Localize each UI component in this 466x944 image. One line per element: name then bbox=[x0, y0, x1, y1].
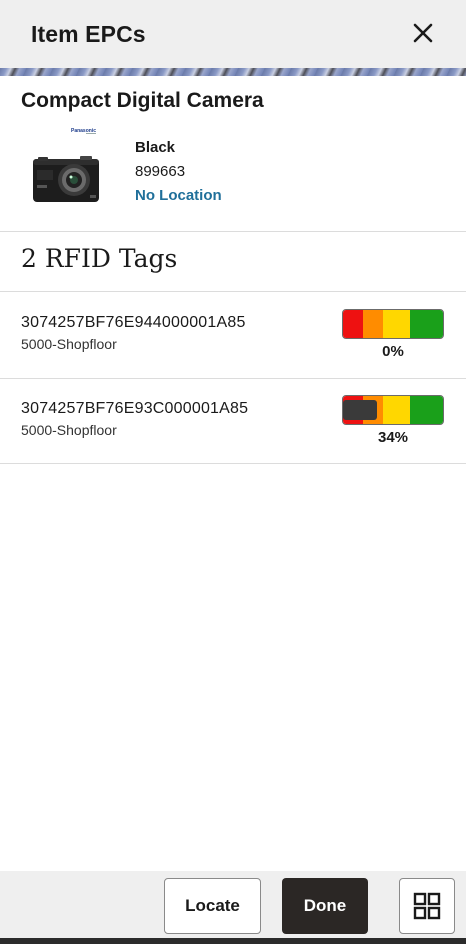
bottom-action-bar: Locate Done bbox=[0, 871, 466, 944]
tag-location: 5000-Shopfloor bbox=[21, 336, 117, 352]
tag-epc: 3074257BF76E93C000001A85 bbox=[21, 400, 249, 417]
tag-epc: 3074257BF76E944000001A85 bbox=[21, 314, 246, 331]
close-icon bbox=[413, 23, 433, 43]
header-decorative-band bbox=[0, 68, 466, 76]
rfid-tags-heading: 2 RFID Tags bbox=[21, 244, 178, 273]
product-color: Black bbox=[135, 139, 176, 156]
signal-percent: 34% bbox=[377, 429, 409, 446]
product-image: Panasonic bbox=[28, 126, 106, 206]
signal-percent: 0% bbox=[382, 343, 404, 360]
tag-row[interactable]: 3074257BF76E944000001A85 5000-Shopfloor … bbox=[0, 292, 466, 378]
signal-meter bbox=[342, 309, 444, 339]
tag-row[interactable]: 3074257BF76E93C000001A85 5000-Shopfloor … bbox=[0, 378, 466, 464]
tag-location: 5000-Shopfloor bbox=[21, 422, 117, 438]
page-title: Item EPCs bbox=[31, 20, 146, 47]
divider bbox=[0, 463, 466, 464]
signal-meter-fill bbox=[343, 400, 377, 420]
grid-menu-button[interactable] bbox=[399, 878, 455, 934]
product-sku: 899663 bbox=[135, 163, 186, 180]
product-name: Compact Digital Camera bbox=[21, 89, 264, 112]
done-button[interactable]: Done bbox=[282, 878, 368, 934]
signal-meter bbox=[342, 395, 444, 425]
close-button[interactable] bbox=[412, 22, 434, 44]
header-bar: Item EPCs bbox=[0, 0, 466, 68]
system-navigation-bar bbox=[0, 938, 466, 944]
grid-icon bbox=[413, 892, 441, 920]
locate-button[interactable]: Locate bbox=[164, 878, 261, 934]
item-epcs-screen: Item EPCs Compact Digital Camera Panason… bbox=[0, 0, 466, 944]
camera-icon: Panasonic bbox=[33, 128, 99, 202]
product-location-link[interactable]: No Location bbox=[135, 187, 222, 204]
divider bbox=[0, 231, 466, 232]
